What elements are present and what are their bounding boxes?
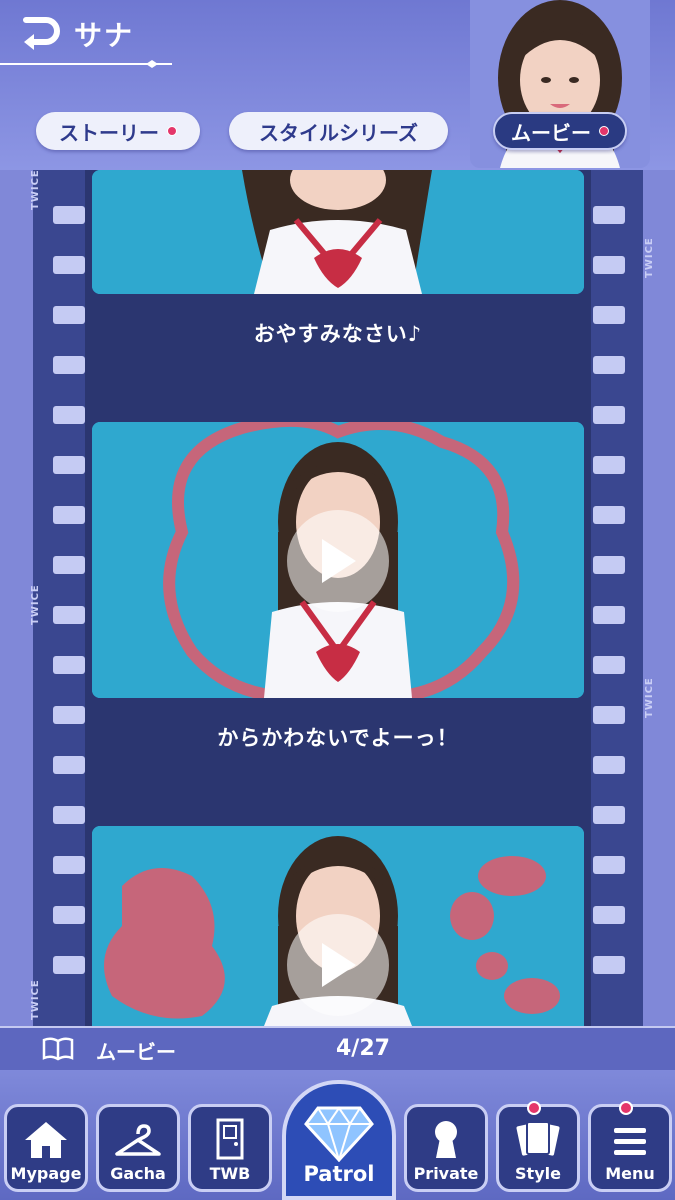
info-label: ムービー: [96, 1040, 176, 1064]
strip-brand-text: TWICE: [30, 584, 41, 625]
sprocket-hole: [53, 756, 85, 774]
nav-mypage[interactable]: Mypage: [4, 1104, 88, 1192]
character-name: サナ: [74, 19, 135, 52]
movie-thumbnail-image: [92, 170, 584, 294]
sprocket-hole: [593, 756, 625, 774]
sprocket-hole: [53, 706, 85, 724]
sprocket-hole: [53, 506, 85, 524]
cards-icon: [516, 1121, 560, 1156]
play-icon: [322, 539, 356, 583]
play-button[interactable]: [287, 510, 389, 612]
play-button[interactable]: [287, 914, 389, 1016]
strip-brand-text: TWICE: [30, 979, 41, 1020]
keyhole-icon: [435, 1121, 457, 1158]
nav-gacha[interactable]: Gacha: [96, 1104, 180, 1192]
sprocket-hole: [53, 656, 85, 674]
sprocket-hole: [53, 906, 85, 924]
diamond-icon: [304, 1106, 374, 1162]
strip-brand-text: TWICE: [644, 237, 655, 278]
info-bar: ムービー 4/27: [0, 1026, 675, 1070]
movie-thumbnail[interactable]: [92, 422, 584, 698]
sprocket-hole: [53, 856, 85, 874]
sprocket-hole: [593, 706, 625, 724]
nav-twb-label: TWB: [209, 1164, 251, 1183]
sprocket-hole: [53, 256, 85, 274]
sprocket-hole: [593, 956, 625, 974]
door-icon: [216, 1118, 244, 1160]
sprocket-hole: [53, 306, 85, 324]
nav-patrol[interactable]: Patrol: [282, 1080, 396, 1200]
sprocket-hole: [593, 406, 625, 424]
tab-story-label: ストーリー: [59, 120, 159, 145]
sprocket-hole: [53, 206, 85, 224]
movie-thumbnail[interactable]: [92, 826, 584, 1026]
tab-style-series-label: スタイルシリーズ: [259, 120, 418, 145]
movie-count: 4/27: [336, 1036, 390, 1061]
sprocket-hole: [53, 556, 85, 574]
sprocket-hole: [53, 406, 85, 424]
sprocket-right: [591, 170, 627, 1026]
nav-style[interactable]: Style: [496, 1101, 580, 1192]
sprocket-hole: [593, 556, 625, 574]
header: サナ ストーリー スタイルシリーズ ムービー: [0, 0, 675, 170]
sprocket-hole: [53, 956, 85, 974]
tab-bar: ストーリー スタイルシリーズ ムービー: [0, 112, 675, 154]
nav-mypage-label: Mypage: [10, 1164, 82, 1183]
name-underline: [0, 60, 172, 68]
nav-twb[interactable]: TWB: [188, 1104, 272, 1192]
tab-movie[interactable]: ムービー: [493, 112, 627, 150]
back-button[interactable]: [16, 14, 60, 54]
sprocket-hole: [593, 206, 625, 224]
sprocket-hole: [593, 806, 625, 824]
movie-caption: おやすみなさい♪: [253, 322, 423, 346]
bottom-navigation: Mypage Gacha TWB Patrol Private Style Me…: [0, 1070, 675, 1200]
tab-movie-label: ムービー: [511, 120, 591, 145]
tab-story[interactable]: ストーリー: [36, 112, 200, 150]
sprocket-hole: [53, 356, 85, 374]
tab-movie-badge: [599, 126, 609, 136]
hanger-icon: [115, 1124, 161, 1156]
sprocket-hole: [593, 856, 625, 874]
sprocket-hole: [593, 656, 625, 674]
return-arrow-icon: [23, 17, 60, 50]
sprocket-hole: [593, 306, 625, 324]
nav-gacha-label: Gacha: [110, 1164, 166, 1183]
sprocket-left: [51, 170, 87, 1026]
nav-menu[interactable]: Menu: [588, 1101, 672, 1192]
sprocket-hole: [593, 256, 625, 274]
sprocket-hole: [593, 906, 625, 924]
nav-private-label: Private: [413, 1164, 479, 1183]
nav-private[interactable]: Private: [404, 1104, 488, 1192]
tab-story-badge: [167, 126, 177, 136]
play-icon: [322, 943, 356, 987]
sprocket-hole: [593, 356, 625, 374]
sprocket-hole: [53, 456, 85, 474]
sprocket-hole: [593, 456, 625, 474]
sprocket-hole: [53, 806, 85, 824]
nav-style-label: Style: [515, 1164, 561, 1183]
movie-thumbnail[interactable]: [92, 170, 584, 294]
nav-patrol-label: Patrol: [303, 1162, 375, 1186]
tab-style-series[interactable]: スタイルシリーズ: [229, 112, 448, 150]
sprocket-hole: [53, 606, 85, 624]
hamburger-icon: [614, 1128, 646, 1155]
sprocket-hole: [593, 606, 625, 624]
strip-brand-text: TWICE: [30, 170, 41, 210]
home-icon: [25, 1122, 67, 1158]
sprocket-hole: [593, 506, 625, 524]
nav-menu-label: Menu: [605, 1164, 655, 1183]
nav-menu-badge: [619, 1101, 633, 1115]
book-icon: [42, 1037, 74, 1061]
strip-brand-text: TWICE: [644, 677, 655, 718]
movie-caption: からかわないでよーっ！: [217, 726, 459, 750]
movie-list[interactable]: TWICE TWICE TWICE TWICE TWICE おやすみなさい♪ か…: [0, 170, 675, 1026]
nav-style-badge: [527, 1101, 541, 1115]
